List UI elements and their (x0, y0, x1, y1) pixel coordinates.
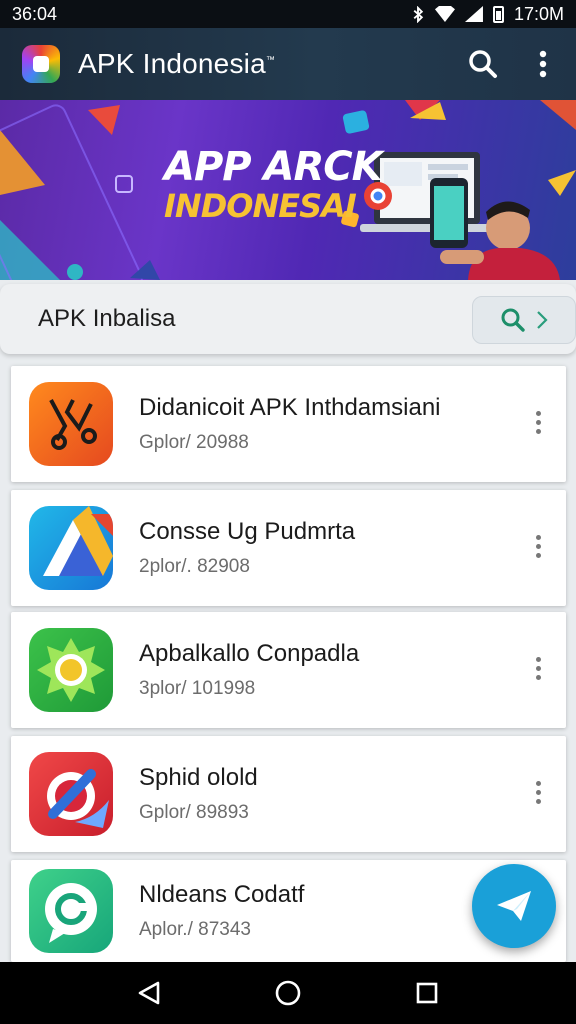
trademark-mark: ™ (265, 54, 276, 65)
list-item[interactable]: Apbalkallo Conpadla 3plor/ 101998 (11, 612, 566, 728)
app-info: Sphid olold Gplor/ 89893 (139, 764, 258, 824)
app-name: Sphid olold (139, 764, 258, 791)
app-name: Consse Ug Pudmrta (139, 518, 356, 545)
app-meta: 2plor/. 82908 (139, 556, 250, 577)
app-info: Didanicoit APK Inthdamsiani Gplor/ 20988 (139, 394, 441, 454)
chevron-right-icon (537, 311, 548, 329)
app-name: Didanicoit APK Inthdamsiani (139, 394, 441, 421)
arrow-triangle-icon (29, 506, 113, 590)
item-overflow-button[interactable] (528, 526, 548, 566)
home-button[interactable] (268, 973, 308, 1013)
app-meta: Gplor/ 89893 (139, 802, 249, 823)
banner-title-line2: INDONESAI (164, 187, 357, 226)
app-info: Apbalkallo Conpadla 3plor/ 101998 (139, 640, 359, 700)
pen-target-icon (29, 752, 113, 836)
status-icons: 17:0M (411, 4, 564, 25)
search-icon (469, 50, 497, 78)
signal-icon (464, 6, 483, 22)
list-item[interactable]: Sphid olold Gplor/ 89893 (11, 736, 566, 852)
item-overflow-button[interactable] (528, 402, 548, 442)
app-title-text: APK Indonesia (78, 48, 266, 79)
sun-badge-icon (29, 628, 113, 712)
home-circle-icon (275, 980, 301, 1006)
overflow-menu-button[interactable] (526, 47, 560, 81)
item-overflow-button[interactable] (528, 648, 548, 688)
promo-banner[interactable]: APP ARCK INDONESAI (0, 100, 576, 280)
search-bar[interactable]: APK Inbalisa (0, 284, 576, 354)
more-vertical-icon (539, 50, 547, 78)
banner-title-line1: APP ARCK (164, 144, 383, 190)
search-icon (501, 308, 525, 332)
app-meta: Gplor/ 20988 (139, 432, 249, 453)
app-info: Nldeans Codatf Aplor./ 87343 (139, 881, 304, 941)
status-time-left: 36:04 (12, 3, 58, 24)
pliers-tool-icon (29, 382, 113, 466)
bluetooth-icon (413, 5, 424, 23)
back-triangle-icon (139, 981, 160, 1005)
send-fab-button[interactable] (472, 864, 556, 948)
item-overflow-button[interactable] (528, 772, 548, 812)
app-info: Consse Ug Pudmrta 2plor/. 82908 (139, 518, 355, 578)
back-button[interactable] (129, 973, 169, 1013)
app-bar-actions (466, 47, 560, 81)
status-bar: 36:04 17:0M (0, 0, 576, 28)
battery-icon (492, 5, 504, 23)
list-item[interactable]: Didanicoit APK Inthdamsiani Gplor/ 20988 (11, 366, 566, 482)
wifi-icon (434, 6, 455, 22)
status-time-right: 17:0M (513, 3, 564, 24)
app-name: Apbalkallo Conpadla (139, 640, 360, 667)
search-go-button[interactable] (472, 296, 576, 344)
search-input[interactable]: APK Inbalisa (38, 305, 175, 333)
list-item[interactable]: Consse Ug Pudmrta 2plor/. 82908 (11, 490, 566, 606)
app-bar: APK Indonesia™ (0, 28, 576, 100)
chat-bubble-icon (29, 869, 113, 953)
search-button[interactable] (466, 47, 500, 81)
app-name: Nldeans Codatf (139, 881, 305, 908)
app-meta: 3plor/ 101998 (139, 678, 256, 699)
banner-title: APP ARCK INDONESAI (164, 144, 383, 226)
navigation-bar (0, 962, 576, 1024)
app-title: APK Indonesia™ (78, 48, 275, 80)
app-logo-icon[interactable] (22, 45, 60, 83)
recents-square-icon (416, 982, 437, 1004)
app-meta: Aplor./ 87343 (139, 919, 251, 940)
send-icon (497, 891, 531, 921)
recents-button[interactable] (407, 973, 447, 1013)
